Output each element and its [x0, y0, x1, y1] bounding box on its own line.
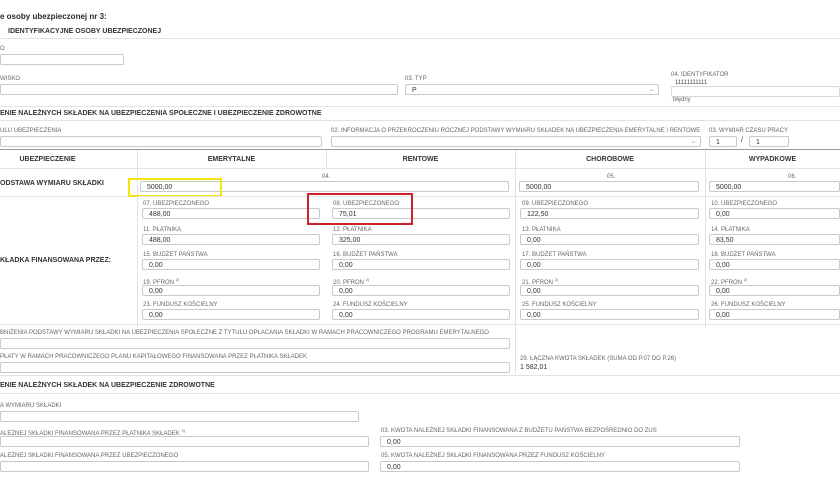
laczna-value: 1 582,01	[520, 364, 548, 371]
field-zdrowotne-podstawa[interactable]	[0, 411, 359, 422]
label-kod-ubezpieczenia: ULU UBEZPIECZENIA	[0, 128, 62, 134]
field-05-podstawa[interactable]: 5000,00	[519, 181, 699, 192]
label-wplaty: PŁATY W RAMACH PRACOWNICZEGO PLANU KAPIT…	[0, 354, 308, 360]
label-identyfikator: 04. IDENTYFIKATOR	[671, 72, 729, 78]
label-26: 26. FUNDUSZ KOŚCIELNY	[711, 302, 786, 308]
label-15: 15. BUDŻET PAŃSTWA	[143, 252, 208, 258]
label-11: 11. PŁATNIKA	[143, 227, 182, 233]
typ-value: P	[412, 87, 417, 94]
field-zdrowotne-05[interactable]: 0,00	[380, 461, 740, 472]
label-laczna: 29. ŁĄCZNA KWOTA SKŁADEK (suma od P.07 D…	[520, 356, 677, 362]
field-06-podstawa[interactable]: 5000,00	[709, 181, 840, 192]
label-informacja: 02. INFORMACJA O PRZEKROCZENIU ROCZNEJ P…	[331, 128, 701, 134]
field-zdrowotne-03[interactable]: 0,00	[380, 436, 740, 447]
label-07: 07. UBEZPIECZONEGO	[143, 201, 210, 207]
wymiar-den-field[interactable]: 1	[749, 136, 789, 147]
highlight-yellow-box	[128, 178, 222, 197]
field-09[interactable]: 122,50	[520, 208, 699, 219]
label-25: 25. FUNDUSZ KOŚCIELNY	[522, 302, 597, 308]
field-15[interactable]: 0,00	[142, 259, 320, 270]
field-obnizenie[interactable]	[0, 338, 510, 349]
field-14[interactable]: 83,50	[709, 234, 840, 245]
col-chorobowe: CHOROBOWE	[586, 156, 634, 163]
label-zdrowotne-03: 03. KWOTA NALEŻNEJ SKŁADKI FINANSOWANA Z…	[381, 428, 657, 434]
label-typ: 03. TYP	[405, 76, 427, 82]
page-title: e osoby ubezpieczonej nr 3:	[0, 12, 107, 21]
label-05: 05.	[607, 174, 616, 180]
label-16: 16. BUDŻET PAŃSTWA	[333, 252, 398, 258]
social-section-title: ENIE NALEŻNYCH SKŁADEK NA UBEZPIECZENIA …	[0, 110, 322, 117]
field-nazwisko[interactable]	[0, 84, 398, 95]
col-wypadkowe: WYPADKOWE	[748, 156, 797, 163]
field-24[interactable]: 0,00	[332, 309, 510, 320]
label-09: 09. UBEZPIECZONEGO	[522, 201, 589, 207]
field-18[interactable]: 0,00	[709, 259, 840, 270]
wymiar-separator: /	[741, 137, 743, 144]
col-rentowe: RENTOWE	[402, 156, 439, 163]
col-ubezpieczenie: UBEZPIECZENIE	[19, 156, 76, 163]
label-zdrowotne-ubezpieczony: ALEŻNEJ SKŁADKI FINANSOWANA PRZEZ UBEZPI…	[0, 453, 179, 459]
label-zdrowotne-05: 05. KWOTA NALEŻNEJ SKŁADKI FINANSOWANA P…	[381, 453, 606, 459]
label-14: 14. PŁATNIKA	[711, 227, 750, 233]
label-23: 23. FUNDUSZ KOŚCIELNY	[143, 302, 218, 308]
field-16[interactable]: 0,00	[332, 259, 510, 270]
chevron-down-icon: ⌄	[648, 87, 654, 93]
field-10[interactable]: 0,00	[709, 208, 840, 219]
label-04: 04.	[322, 174, 331, 180]
field-21[interactable]: 0,00	[520, 285, 699, 296]
field-zdrowotne-platnik[interactable]	[0, 436, 369, 447]
field-12[interactable]: 325,00	[332, 234, 510, 245]
col-emerytalne: EMERYTALNE	[207, 156, 256, 163]
highlight-red-box	[307, 193, 413, 225]
label-12: 12. PŁATNIKA	[333, 227, 372, 233]
label-wymiar: 03. WYMIAR CZASU PRACY	[709, 128, 789, 134]
field-22[interactable]: 0,00	[709, 285, 840, 296]
field-25[interactable]: 0,00	[520, 309, 699, 320]
label-17: 17. BUDŻET PAŃSTWA	[522, 252, 587, 258]
identyfikator-status: błędny	[673, 97, 691, 103]
identification-section-title: IDENTYFIKACYJNE OSOBY UBEZPIECZONEJ	[8, 28, 162, 35]
label-obnizenie: BNIŻENIA PODSTAWY WYMIARU SKŁADKI NA UBE…	[0, 330, 489, 336]
label-nazwisko: WISKO	[0, 76, 21, 82]
field-20[interactable]: 0,00	[332, 285, 510, 296]
field-23[interactable]: 0,00	[142, 309, 320, 320]
field-26[interactable]: 0,00	[709, 309, 840, 320]
chevron-down-icon: ⌄	[690, 139, 696, 145]
label-13: 13. PŁATNIKA	[522, 227, 561, 233]
typ-select[interactable]: P ⌄	[405, 84, 659, 95]
label-zdrowotne-podstawa: A WYMIARU SKŁADKI	[0, 403, 62, 409]
field-wplaty[interactable]	[0, 362, 510, 373]
label-o: O	[0, 46, 5, 52]
label-10: 10. UBEZPIECZONEGO	[711, 201, 778, 207]
wymiar-num-field[interactable]: 1	[709, 136, 737, 147]
row-finansowana-label: KŁADKA FINANSOWANA PRZEZ:	[0, 257, 112, 264]
label-24: 24. FUNDUSZ KOŚCIELNY	[333, 302, 408, 308]
field-07[interactable]: 488,00	[142, 208, 320, 219]
identyfikator-field[interactable]	[671, 86, 840, 97]
health-section-title: ENIE NALEŻNYCH SKŁADEK NA UBEZPIECZENIE …	[0, 382, 215, 389]
field-13[interactable]: 0,00	[520, 234, 699, 245]
field-o[interactable]	[0, 54, 124, 65]
field-11[interactable]: 488,00	[142, 234, 320, 245]
label-18: 18. BUDŻET PAŃSTWA	[711, 252, 776, 258]
field-zdrowotne-ubezpieczony[interactable]	[0, 461, 369, 472]
field-kod-ubezpieczenia[interactable]	[0, 136, 322, 147]
informacja-select[interactable]: ⌄	[331, 136, 701, 147]
field-19[interactable]: 0,00	[142, 285, 320, 296]
label-06: 06.	[788, 174, 797, 180]
field-17[interactable]: 0,00	[520, 259, 699, 270]
row-podstawa-label: ODSTAWA WYMIARU SKŁADKI	[0, 180, 104, 187]
